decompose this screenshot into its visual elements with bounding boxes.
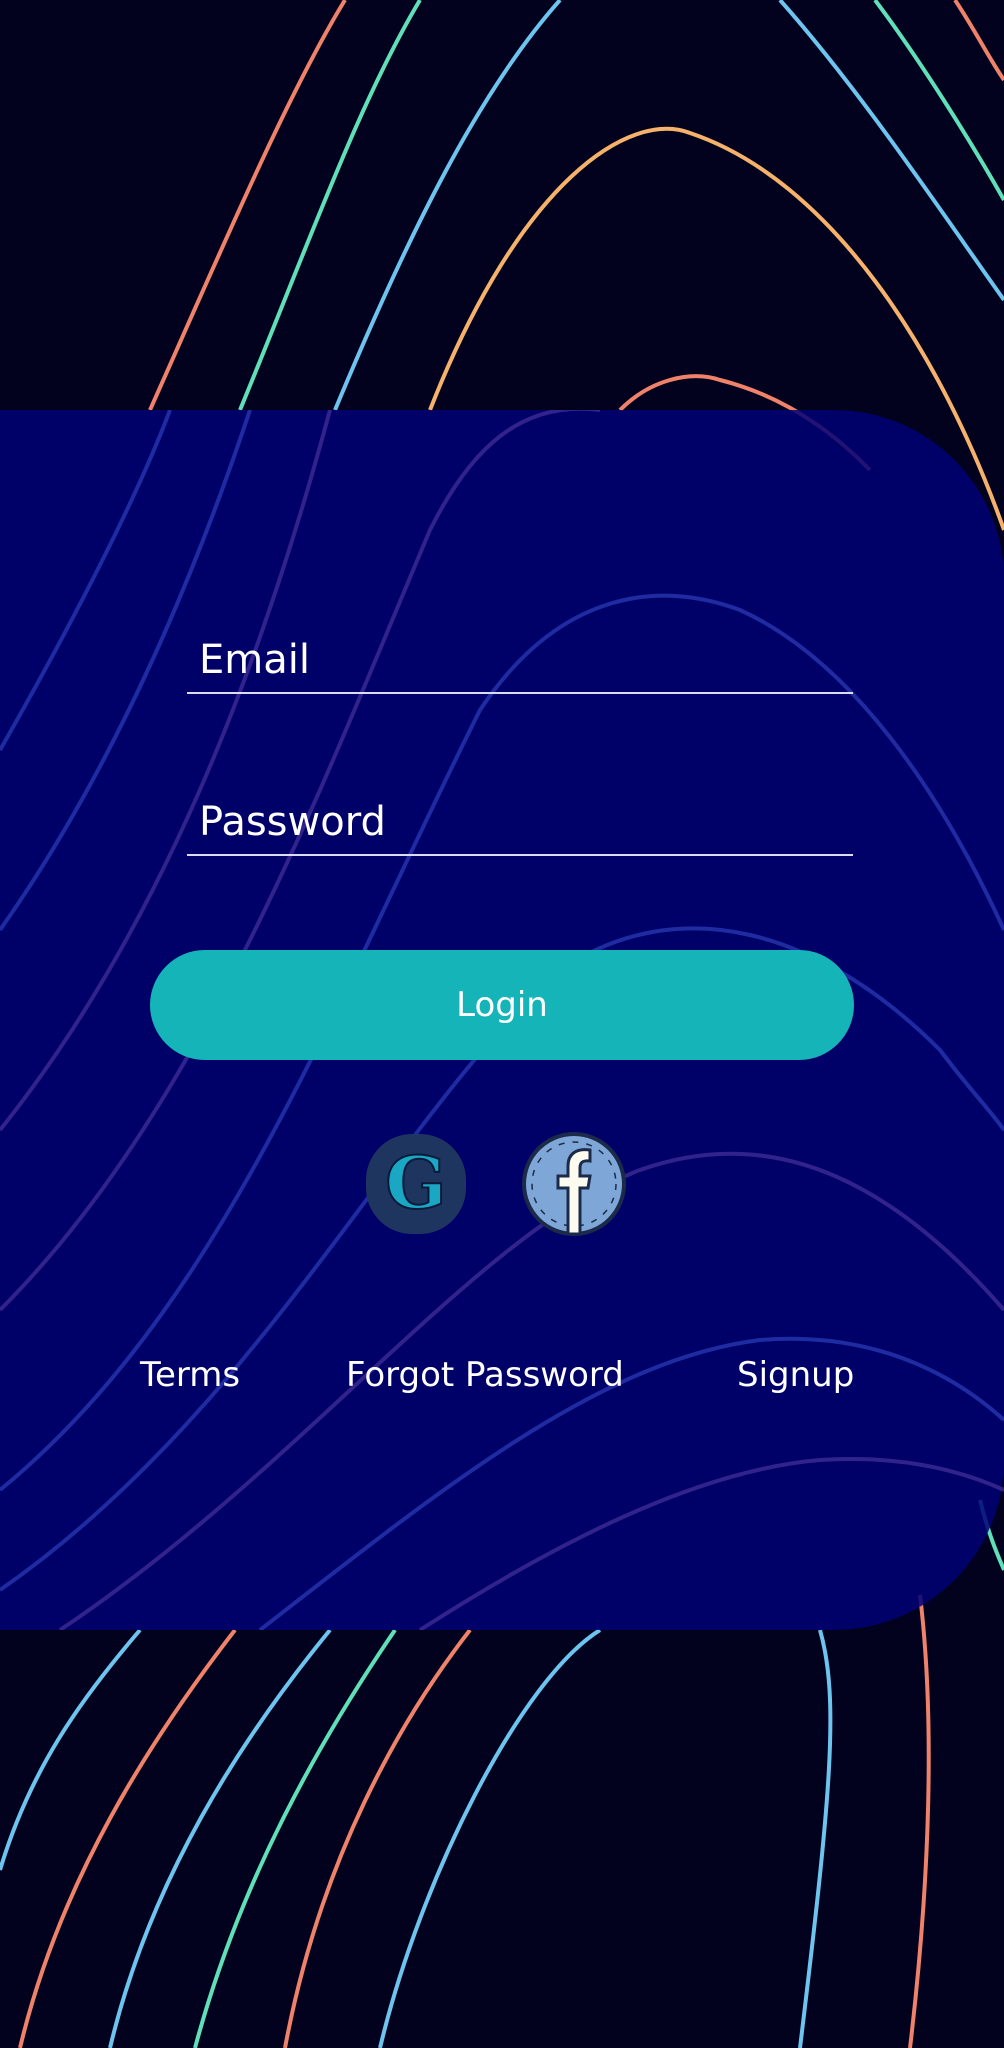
google-login-button[interactable]: G bbox=[362, 1130, 470, 1238]
wave-line bbox=[283, 1628, 472, 2048]
wave-line bbox=[148, 0, 347, 411]
terms-link[interactable]: Terms bbox=[140, 1355, 240, 1395]
email-field[interactable] bbox=[187, 628, 853, 694]
facebook-icon bbox=[522, 1132, 626, 1236]
signup-link[interactable]: Signup bbox=[737, 1355, 854, 1395]
wave-line bbox=[778, 0, 1004, 302]
wave-line bbox=[0, 1628, 142, 1871]
facebook-login-button[interactable] bbox=[520, 1130, 628, 1238]
wave-line bbox=[333, 0, 562, 411]
panel-wave-line bbox=[0, 410, 600, 1312]
google-icon: G bbox=[366, 1134, 466, 1234]
password-input[interactable] bbox=[187, 790, 853, 854]
login-button[interactable]: Login bbox=[150, 950, 854, 1060]
wave-line bbox=[238, 0, 422, 411]
wave-line bbox=[953, 0, 1004, 82]
forgot-password-link[interactable]: Forgot Password bbox=[346, 1355, 624, 1395]
email-input[interactable] bbox=[187, 628, 853, 692]
svg-text:G: G bbox=[385, 1140, 447, 1225]
panel-wave-line bbox=[418, 1457, 1004, 1630]
wave-line bbox=[908, 1594, 931, 2048]
wave-line bbox=[798, 1629, 833, 2048]
wave-line bbox=[193, 1628, 397, 2048]
wave-line bbox=[873, 0, 1004, 201]
password-field[interactable] bbox=[187, 790, 853, 856]
wave-line bbox=[378, 1628, 602, 2048]
panel-wave-line bbox=[0, 410, 172, 751]
